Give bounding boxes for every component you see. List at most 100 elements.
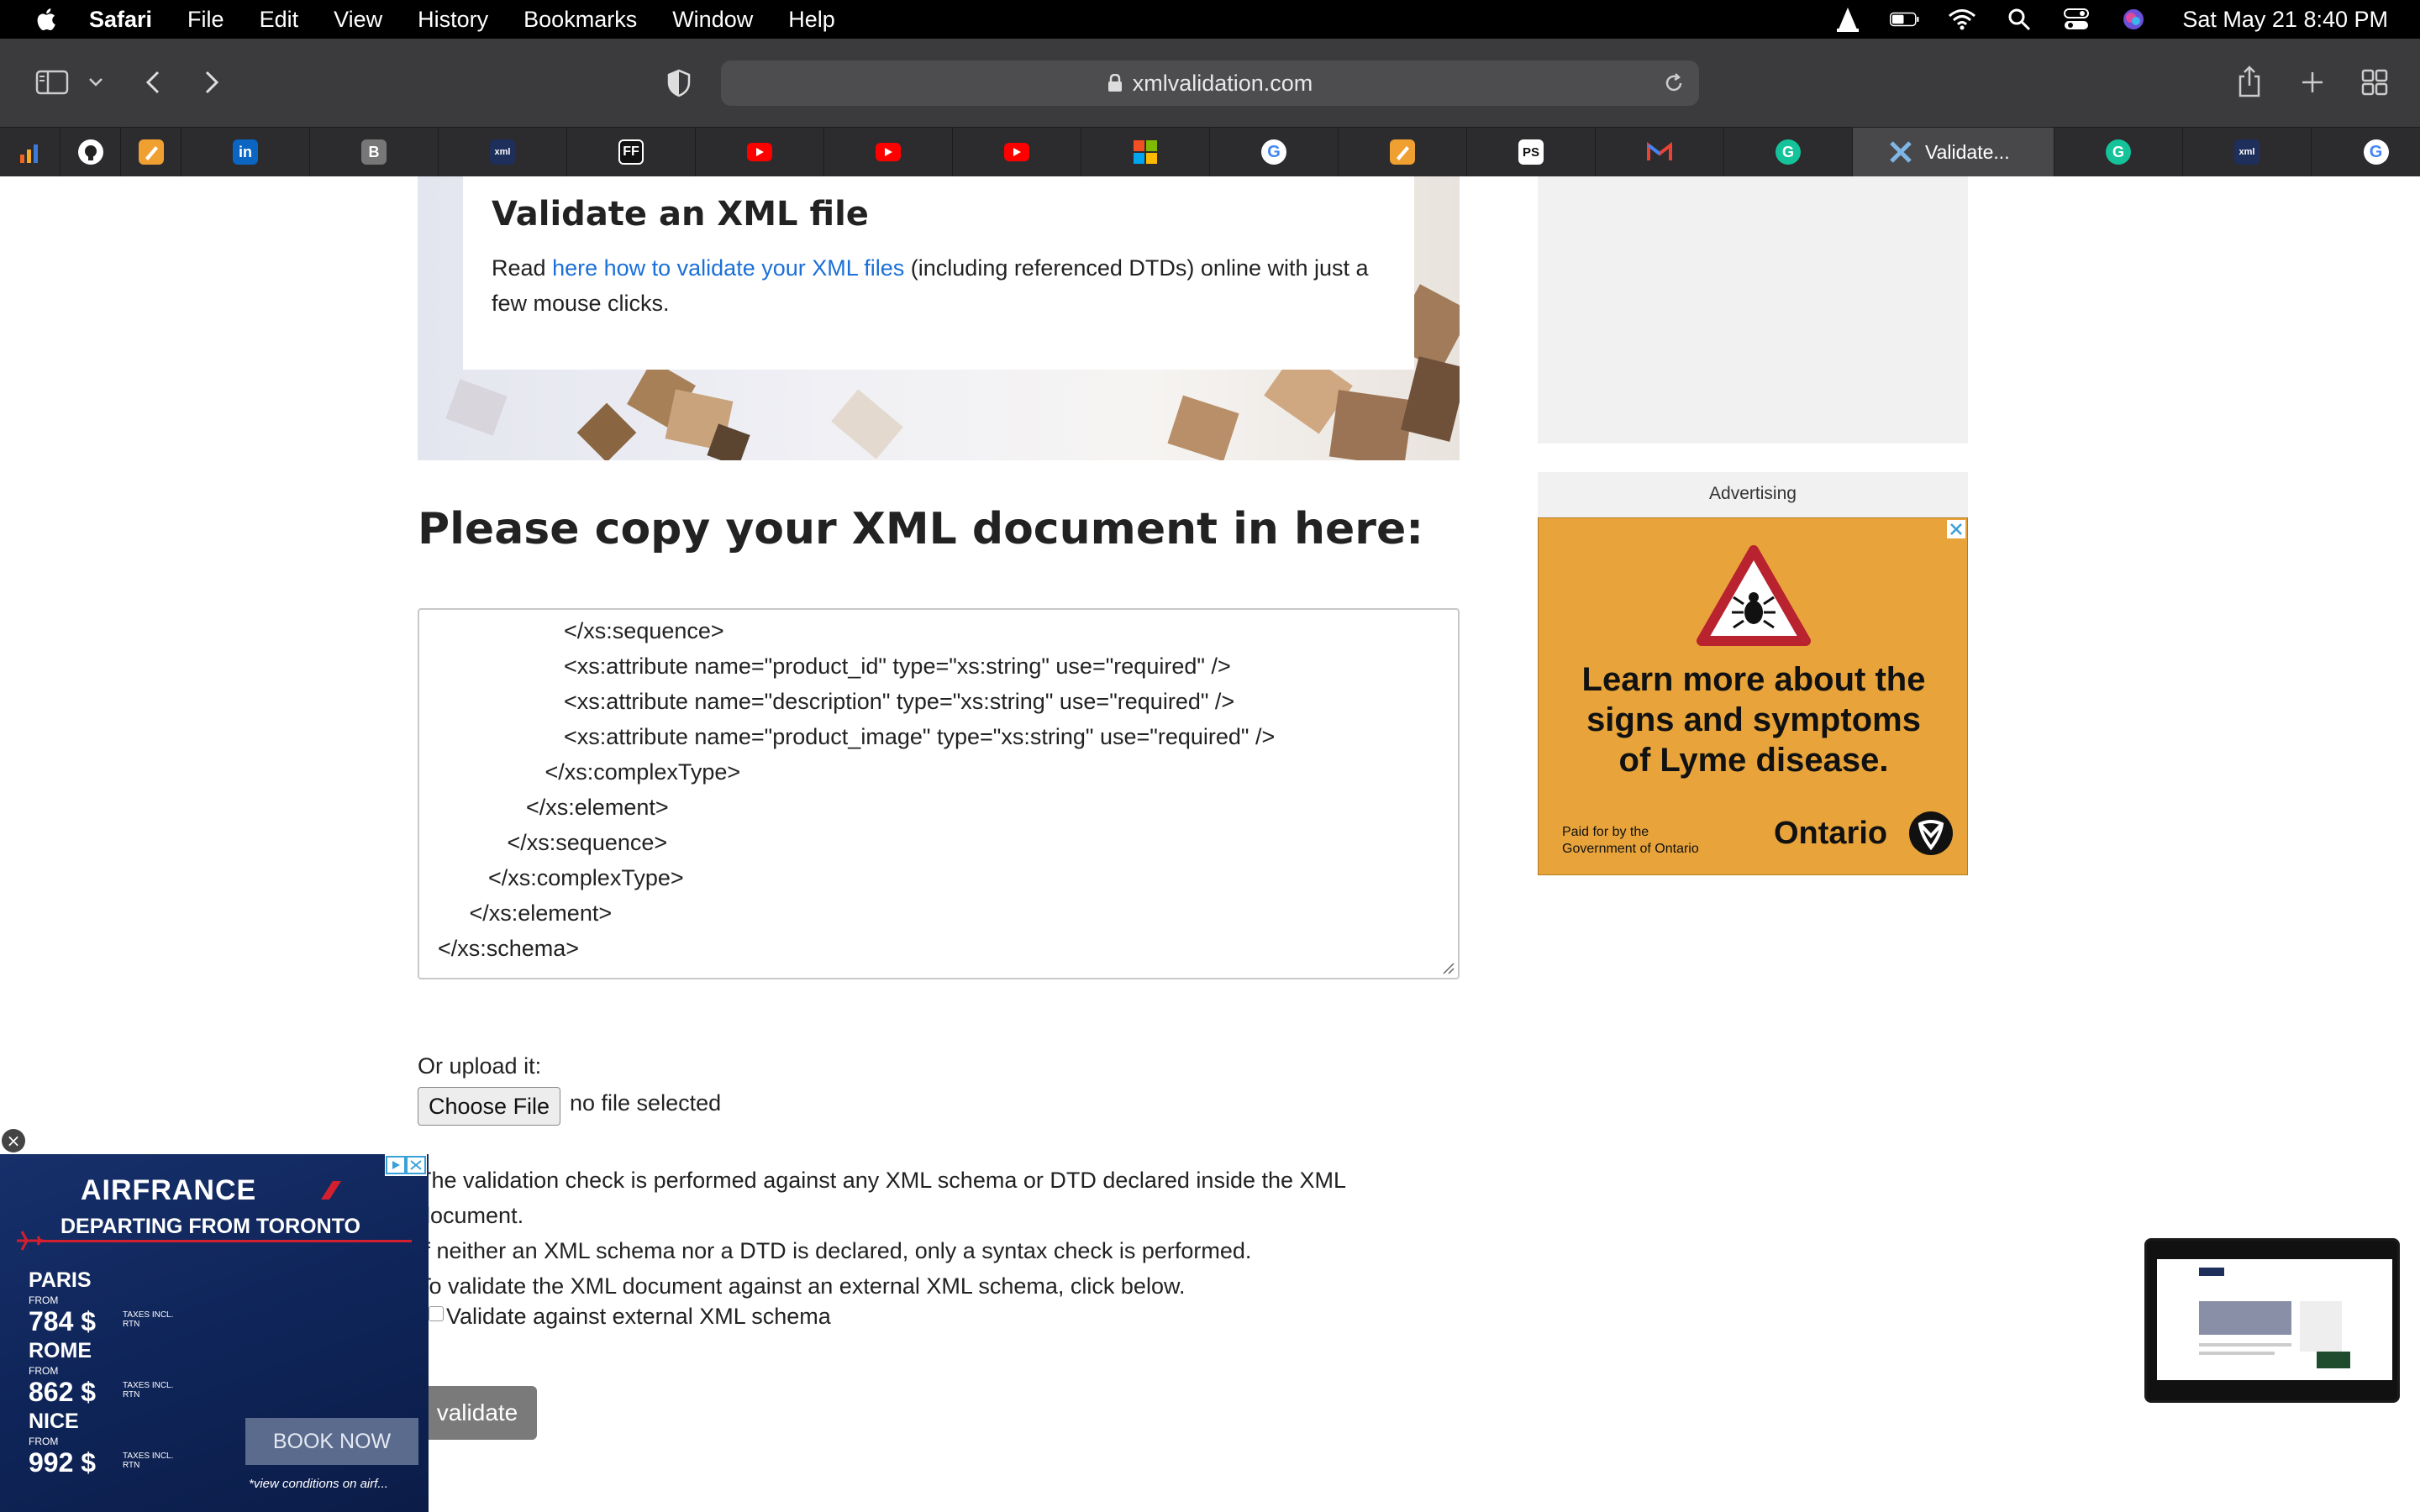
youtube-icon <box>747 143 772 161</box>
spotlight-icon[interactable] <box>2004 6 2034 33</box>
gmail-icon <box>1647 139 1672 165</box>
url-text[interactable]: xmlvalidation.com <box>1133 71 1313 97</box>
menu-help[interactable]: Help <box>788 7 835 33</box>
ad-close-icon[interactable] <box>1947 520 1965 538</box>
tab-5[interactable]: B <box>310 128 439 176</box>
sidebar-ad-container: Advertising Learn more about the signs a… <box>1538 472 1968 875</box>
external-schema-label[interactable]: Validate against external XML schema <box>446 1304 831 1330</box>
tab-16[interactable]: G <box>1724 128 1853 176</box>
validate-button[interactable]: validate <box>418 1386 537 1440</box>
page-heading: Please copy your XML document in here: <box>418 504 1424 554</box>
no-file-label: no file selected <box>570 1090 722 1116</box>
xml-icon: xml <box>2234 139 2260 165</box>
tab-13[interactable] <box>1339 128 1467 176</box>
youtube-icon <box>876 143 901 161</box>
tab-10[interactable] <box>953 128 1081 176</box>
airfrance-ad[interactable]: AIRFRANCE DEPARTING FROM TORONTO PARIS F… <box>0 1154 429 1512</box>
info-line: To validate the XML document against an … <box>418 1273 1186 1299</box>
ontario-ad[interactable]: Learn more about the signs and symptoms … <box>1538 517 1968 875</box>
menu-bookmarks[interactable]: Bookmarks <box>523 7 637 33</box>
web-page: Validate an XML file Read here how to va… <box>0 176 2420 1512</box>
tab-18[interactable]: G <box>2054 128 2183 176</box>
mosaic-tile <box>831 389 903 459</box>
tab-20[interactable]: G <box>2312 128 2420 176</box>
menu-view[interactable]: View <box>334 7 382 33</box>
upload-label: Or upload it: <box>418 1053 542 1079</box>
ontario-brand: Ontario <box>1774 816 1888 851</box>
tab-overview-icon[interactable] <box>2358 66 2391 99</box>
airfrance-logo: AIRFRANCE <box>81 1174 257 1206</box>
info-line: The validation check is performed agains… <box>418 1168 1347 1193</box>
tab-active-validate[interactable]: Validate... <box>1853 128 2054 176</box>
book-now-button[interactable]: BOOK NOW <box>245 1418 418 1465</box>
airfrance-stripe-icon <box>321 1181 341 1200</box>
xml-icon: xml <box>490 139 515 165</box>
menu-bar: Safari File Edit View History Bookmarks … <box>0 0 2420 39</box>
tab-7[interactable]: FF <box>567 128 696 176</box>
new-tab-icon[interactable] <box>2297 66 2328 99</box>
screenshot-thumbnail[interactable] <box>2144 1238 2400 1403</box>
xml-line: </xs:complexType> <box>438 865 684 890</box>
xml-textarea[interactable]: </xs:sequence> <xs:attribute name="produ… <box>418 608 1460 979</box>
fare-rome: ROME FROM 862 $ TAXES INCL. RTN <box>29 1339 174 1407</box>
tab-1[interactable] <box>0 128 60 176</box>
menu-file[interactable]: File <box>187 7 224 33</box>
tab-14[interactable]: PS <box>1467 128 1596 176</box>
tab-3[interactable] <box>121 128 182 176</box>
back-icon[interactable] <box>138 66 168 99</box>
apple-icon[interactable] <box>32 5 62 34</box>
menubar-clock[interactable]: Sat May 21 8:40 PM <box>2182 7 2388 33</box>
linkedin-icon: in <box>233 139 258 165</box>
chevron-down-icon[interactable] <box>84 69 108 96</box>
xml-line: <xs:attribute name="product_id" type="xs… <box>438 654 1231 679</box>
forward-icon[interactable] <box>197 66 227 99</box>
info-line: If neither an XML schema nor a DTD is de… <box>418 1238 1252 1263</box>
tab-11[interactable] <box>1081 128 1210 176</box>
reload-icon[interactable] <box>1662 71 1686 95</box>
grammarly-icon: G <box>2106 139 2131 165</box>
ad-headline: Learn more about the signs and symptoms … <box>1581 661 1926 779</box>
address-bar[interactable]: xmlvalidation.com <box>721 60 1699 106</box>
vlc-icon[interactable] <box>1833 6 1863 33</box>
thumbnail-preview <box>2157 1259 2392 1380</box>
tab-15[interactable] <box>1596 128 1724 176</box>
youtube-icon <box>1004 143 1029 161</box>
adchoices-icon[interactable] <box>385 1154 427 1176</box>
how-to-link[interactable]: here how to validate your XML files <box>552 255 904 281</box>
tab-4[interactable]: in <box>182 128 310 176</box>
tab-6[interactable]: xml <box>439 128 567 176</box>
choose-file-button[interactable]: Choose File <box>418 1087 561 1126</box>
xml-line: <xs:attribute name="description" type="x… <box>438 689 1235 714</box>
xml-active-icon <box>1888 139 1913 165</box>
advertising-label: Advertising <box>1709 484 1797 503</box>
control-center-icon[interactable] <box>2061 6 2091 33</box>
resize-handle-icon[interactable] <box>1441 961 1455 974</box>
google-icon: G <box>2363 139 2389 165</box>
menu-app-name[interactable]: Safari <box>89 7 152 33</box>
tab-2[interactable] <box>60 128 121 176</box>
browser-toolbar: xmlvalidation.com <box>0 39 2420 128</box>
menu-edit[interactable]: Edit <box>260 7 299 33</box>
hero-text: Read here how to validate your XML files… <box>492 255 1369 316</box>
info-text: The validation check is performed agains… <box>418 1163 1460 1304</box>
floating-ad-close-button[interactable]: × <box>2 1129 25 1152</box>
info-line: document. <box>418 1203 524 1228</box>
menu-history[interactable]: History <box>418 7 488 33</box>
menu-window[interactable]: Window <box>672 7 753 33</box>
tab-9[interactable] <box>824 128 953 176</box>
privacy-shield-icon[interactable] <box>664 67 694 99</box>
battery-icon[interactable] <box>1890 6 1920 33</box>
grammarly-icon: G <box>1776 139 1801 165</box>
wifi-icon[interactable] <box>1947 6 1977 33</box>
sidebar-toggle-icon[interactable] <box>34 66 71 99</box>
share-icon[interactable] <box>2233 62 2265 101</box>
xml-line: </xs:sequence> <box>438 618 724 643</box>
tab-8[interactable] <box>696 128 824 176</box>
tab-12[interactable]: G <box>1210 128 1339 176</box>
tab-19[interactable]: xml <box>2183 128 2312 176</box>
xml-line: </xs:schema> <box>438 936 580 961</box>
siri-icon[interactable] <box>2118 6 2149 33</box>
hero-card: Validate an XML file Read here how to va… <box>463 176 1414 370</box>
ff-icon: FF <box>618 139 644 165</box>
external-schema-checkbox[interactable] <box>429 1306 444 1321</box>
